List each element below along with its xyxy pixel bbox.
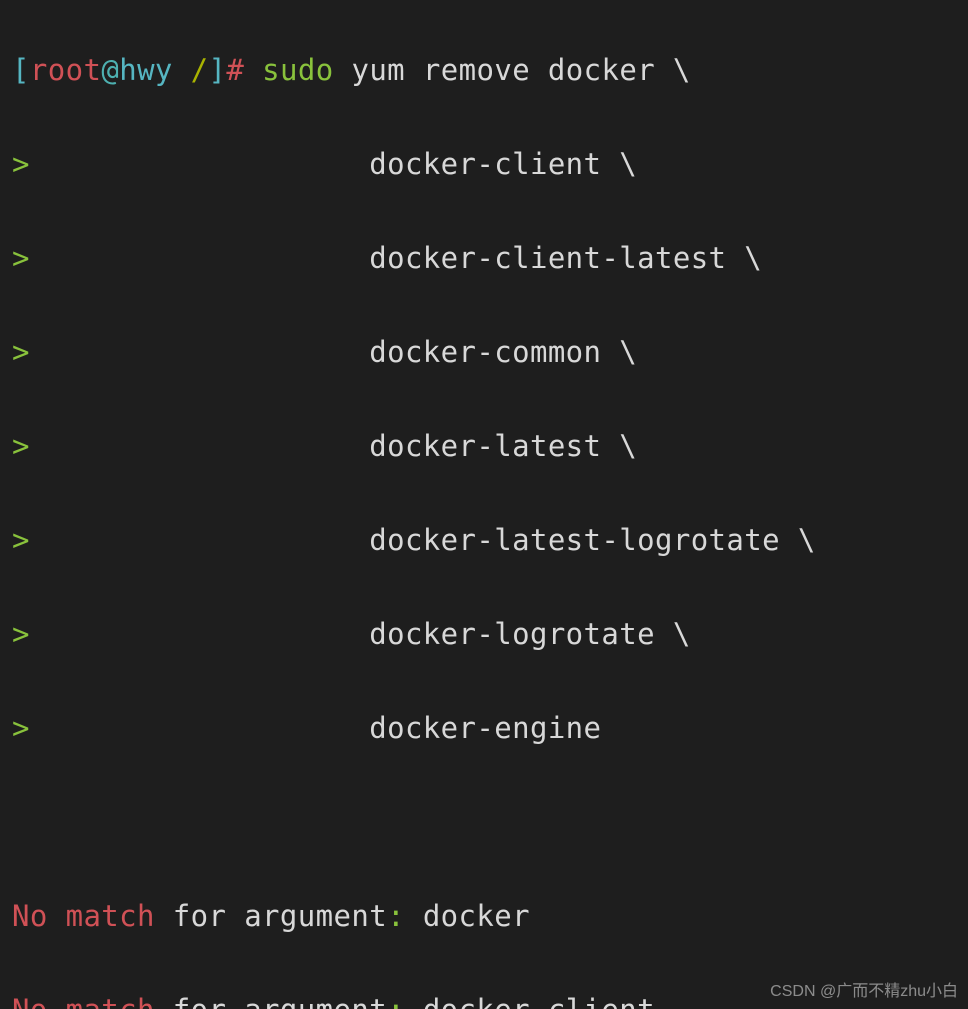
blank-line — [12, 799, 968, 846]
watermark-text: CSDN @广而不精zhu小白 — [770, 977, 958, 1001]
prompt-at: @ — [101, 53, 119, 87]
no-match-arg: docker-client — [423, 993, 655, 1009]
continuation-indent — [30, 711, 369, 745]
continuation-indent — [30, 617, 369, 651]
continuation-marker: > — [12, 335, 30, 369]
prompt-user: root — [30, 53, 101, 87]
continuation-marker: > — [12, 711, 30, 745]
no-match-prefix: No match — [12, 899, 155, 933]
prompt-open-bracket: [ — [12, 53, 30, 87]
continuation-indent — [30, 523, 369, 557]
continuation-marker: > — [12, 241, 30, 275]
continuation-indent — [30, 429, 369, 463]
no-match-prefix: No match — [12, 993, 155, 1009]
terminal-output[interactable]: [root@hwy /]# sudo yum remove docker \ >… — [0, 0, 968, 1009]
continuation-line: > docker-latest-logrotate \ — [12, 517, 968, 564]
continuation-marker: > — [12, 429, 30, 463]
prompt-command: yum remove docker \ — [351, 53, 690, 87]
continuation-package: docker-client-latest \ — [369, 241, 762, 275]
continuation-line: > docker-latest \ — [12, 423, 968, 470]
continuation-package: docker-engine — [369, 711, 601, 745]
continuation-package: docker-latest \ — [369, 429, 637, 463]
continuation-indent — [30, 335, 369, 369]
continuation-package: docker-logrotate \ — [369, 617, 690, 651]
continuation-indent — [30, 147, 369, 181]
prompt-path: / — [173, 53, 209, 87]
continuation-marker: > — [12, 523, 30, 557]
continuation-package: docker-common \ — [369, 335, 637, 369]
continuation-indent — [30, 241, 369, 275]
no-match-mid: for argument — [155, 899, 387, 933]
no-match-line: No match for argument: docker — [12, 893, 968, 940]
continuation-marker: > — [12, 147, 30, 181]
continuation-package: docker-client \ — [369, 147, 637, 181]
continuation-line: > docker-client \ — [12, 141, 968, 188]
prompt-host: hwy — [119, 53, 173, 87]
continuation-line: > docker-client-latest \ — [12, 235, 968, 282]
continuation-marker: > — [12, 617, 30, 651]
continuation-line: > docker-engine — [12, 705, 968, 752]
continuation-line: > docker-common \ — [12, 329, 968, 376]
no-match-mid: for argument — [155, 993, 387, 1009]
no-match-colon: : — [387, 993, 423, 1009]
continuation-package: docker-latest-logrotate \ — [369, 523, 816, 557]
prompt-close-bracket: ] — [209, 53, 227, 87]
prompt-sudo: sudo — [262, 53, 351, 87]
continuation-line: > docker-logrotate \ — [12, 611, 968, 658]
no-match-arg: docker — [423, 899, 530, 933]
prompt-hash: # — [226, 53, 262, 87]
no-match-colon: : — [387, 899, 423, 933]
prompt-line: [root@hwy /]# sudo yum remove docker \ — [12, 47, 968, 94]
